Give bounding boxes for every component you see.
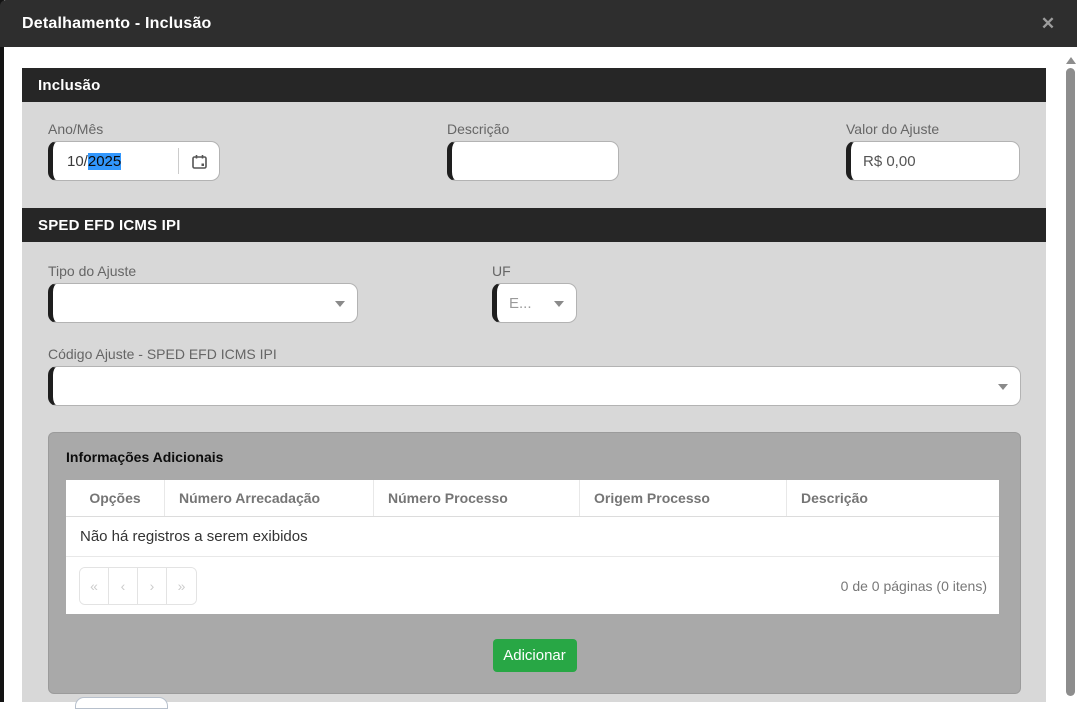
valor-ajuste-label: Valor do Ajuste <box>846 121 940 137</box>
uf-value: E... <box>509 294 532 312</box>
tipo-ajuste-select[interactable] <box>48 283 358 323</box>
ano-mes-year-selected: 2025 <box>87 152 122 170</box>
panel-title: Informações Adicionais <box>66 448 224 465</box>
ano-mes-input[interactable]: 10/2025 <box>48 141 220 181</box>
field-valor-ajuste: Valor do Ajuste R$ 0,00 <box>846 121 1020 208</box>
valor-ajuste-input[interactable]: R$ 0,00 <box>846 141 1020 181</box>
ano-mes-month: 10/ <box>67 152 88 170</box>
scrollbar-thumb[interactable] <box>1066 68 1075 696</box>
overlay-edge <box>0 0 4 702</box>
column-header-opcoes[interactable]: Opções <box>66 480 165 516</box>
modal-titlebar: Detalhamento - Inclusão ✕ <box>0 0 1077 47</box>
informacoes-adicionais-panel: Informações Adicionais Opções Número Arr… <box>48 432 1021 694</box>
field-descricao: Descrição <box>447 121 619 208</box>
chevron-down-icon <box>998 384 1008 390</box>
uf-select[interactable]: E... <box>492 283 577 323</box>
section-header-sped: SPED EFD ICMS IPI <box>22 208 1046 242</box>
column-header-numero-processo[interactable]: Número Processo <box>374 480 580 516</box>
chevron-down-icon <box>335 301 345 307</box>
section-title: SPED EFD ICMS IPI <box>38 216 181 234</box>
uf-label: UF <box>492 263 511 279</box>
next-page-button[interactable]: › <box>138 567 167 604</box>
descricao-input[interactable] <box>447 141 619 181</box>
table-pagination: « ‹ › » 0 de 0 páginas (0 itens) <box>66 557 999 614</box>
section-title: Inclusão <box>38 76 101 94</box>
close-icon[interactable]: ✕ <box>1031 0 1065 47</box>
previous-page-button[interactable]: ‹ <box>109 567 138 604</box>
inclusao-fields: Ano/Mês 10/2025 Descrição Valor do Ajust… <box>22 102 1046 208</box>
codigo-ajuste-select[interactable] <box>48 366 1021 406</box>
ano-mes-value: 10/2025 <box>53 152 178 170</box>
valor-ajuste-value: R$ 0,00 <box>863 152 916 170</box>
calendar-icon[interactable] <box>179 153 219 170</box>
column-header-origem-processo[interactable]: Origem Processo <box>580 480 787 516</box>
tipo-ajuste-label: Tipo do Ajuste <box>48 263 137 279</box>
info-table: Opções Número Arrecadação Número Process… <box>66 480 999 614</box>
codigo-ajuste-label: Código Ajuste - SPED EFD ICMS IPI <box>48 346 277 362</box>
ano-mes-label: Ano/Mês <box>48 121 104 137</box>
adicionar-button[interactable]: Adicionar <box>492 639 577 672</box>
table-empty-message: Não há registros a serem exibidos <box>66 517 999 557</box>
pagination-summary: 0 de 0 páginas (0 itens) <box>840 577 987 594</box>
column-header-descricao[interactable]: Descrição <box>787 480 999 516</box>
section-header-inclusao: Inclusão <box>22 68 1046 102</box>
chevron-down-icon <box>554 301 564 307</box>
scroll-up-icon[interactable] <box>1065 57 1076 64</box>
field-ano-mes: Ano/Mês 10/2025 <box>48 121 220 208</box>
vertical-scrollbar[interactable] <box>1065 49 1076 702</box>
last-page-button[interactable]: » <box>167 567 196 604</box>
column-header-numero-arrecadacao[interactable]: Número Arrecadação <box>165 480 374 516</box>
descricao-label: Descrição <box>447 121 510 137</box>
sped-fields: Tipo do Ajuste UF E... Código Ajuste - S… <box>22 242 1046 702</box>
modal-title: Detalhamento - Inclusão <box>22 14 212 32</box>
first-page-button[interactable]: « <box>80 567 109 604</box>
pagination-buttons: « ‹ › » <box>79 566 197 605</box>
partial-bottom-button[interactable] <box>75 697 168 709</box>
table-header-row: Opções Número Arrecadação Número Process… <box>66 480 999 517</box>
